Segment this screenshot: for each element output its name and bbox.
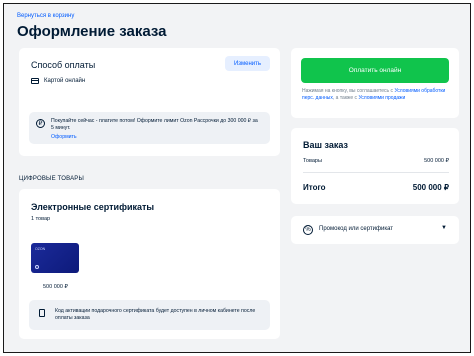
total-label: Итого xyxy=(303,183,326,192)
promo-code-label: Промокод или сертификат xyxy=(319,226,394,232)
activation-info-text: Код активации подарочного сертификата бу… xyxy=(55,308,256,321)
document-icon xyxy=(39,309,45,317)
activation-info-box: Код активации подарочного сертификата бу… xyxy=(29,300,270,330)
installment-promo-box: ₽ Покупайте сейчас - платите потом! Офор… xyxy=(29,112,270,144)
certificate-price: 500 000 ₽ xyxy=(43,284,68,290)
consent-middle: , а также с xyxy=(332,95,359,101)
order-summary-card: Ваш заказ Товары 500 000 ₽ Итого 500 000… xyxy=(291,128,459,204)
summary-divider xyxy=(303,172,449,173)
page-title: Оформление заказа xyxy=(17,23,167,40)
consent-text: Нажимая на кнопку, вы соглашаетесь с Усл… xyxy=(302,88,452,102)
certificates-card: Электронные сертификаты 1 товар OZON 500… xyxy=(19,189,280,339)
payment-method-label: Картой онлайн xyxy=(44,78,86,84)
certificates-title: Электронные сертификаты xyxy=(31,202,155,212)
goods-label: Товары xyxy=(303,158,322,164)
back-to-cart-link[interactable]: Вернуться в корзину xyxy=(17,13,74,19)
installment-promo-text: Покупайте сейчас - платите потом! Оформи… xyxy=(51,118,258,131)
checkout-page: Вернуться в корзину Оформление заказа Сп… xyxy=(3,3,471,353)
ruble-icon: ₽ xyxy=(36,119,45,128)
payment-method-title: Способ оплаты xyxy=(31,60,96,70)
digital-goods-section-label: ЦИФРОВЫЕ ТОВАРЫ xyxy=(19,176,85,182)
goods-row: Товары 500 000 ₽ xyxy=(303,158,449,164)
consent-prefix: Нажимая на кнопку, вы соглашаетесь с xyxy=(302,88,395,94)
chevron-down-icon[interactable]: ▼ xyxy=(441,225,447,231)
gift-card-chip-icon xyxy=(35,265,39,269)
checkout-actions-card: Оплатить онлайн Нажимая на кнопку, вы со… xyxy=(291,48,459,118)
certificates-count: 1 товар xyxy=(31,216,51,222)
percent-icon: % xyxy=(303,225,313,235)
credit-card-icon xyxy=(31,78,39,84)
installment-apply-link[interactable]: Оформить xyxy=(51,134,77,140)
promo-code-dropdown[interactable]: % Промокод или сертификат ▼ xyxy=(291,216,459,244)
change-payment-button[interactable]: Изменить xyxy=(225,56,270,71)
total-row: Итого 500 000 ₽ xyxy=(303,183,449,192)
goods-value: 500 000 ₽ xyxy=(424,158,449,164)
gift-card-image[interactable]: OZON xyxy=(31,243,79,273)
order-summary-title: Ваш заказ xyxy=(303,140,348,150)
sale-terms-link[interactable]: Условиями продажи xyxy=(358,95,405,101)
payment-method-card: Способ оплаты Изменить Картой онлайн ₽ П… xyxy=(19,48,280,156)
payment-method-row: Картой онлайн xyxy=(31,78,85,84)
total-value: 500 000 ₽ xyxy=(412,183,449,192)
gift-card-logo: OZON xyxy=(35,247,46,251)
pay-online-button[interactable]: Оплатить онлайн xyxy=(301,58,449,83)
